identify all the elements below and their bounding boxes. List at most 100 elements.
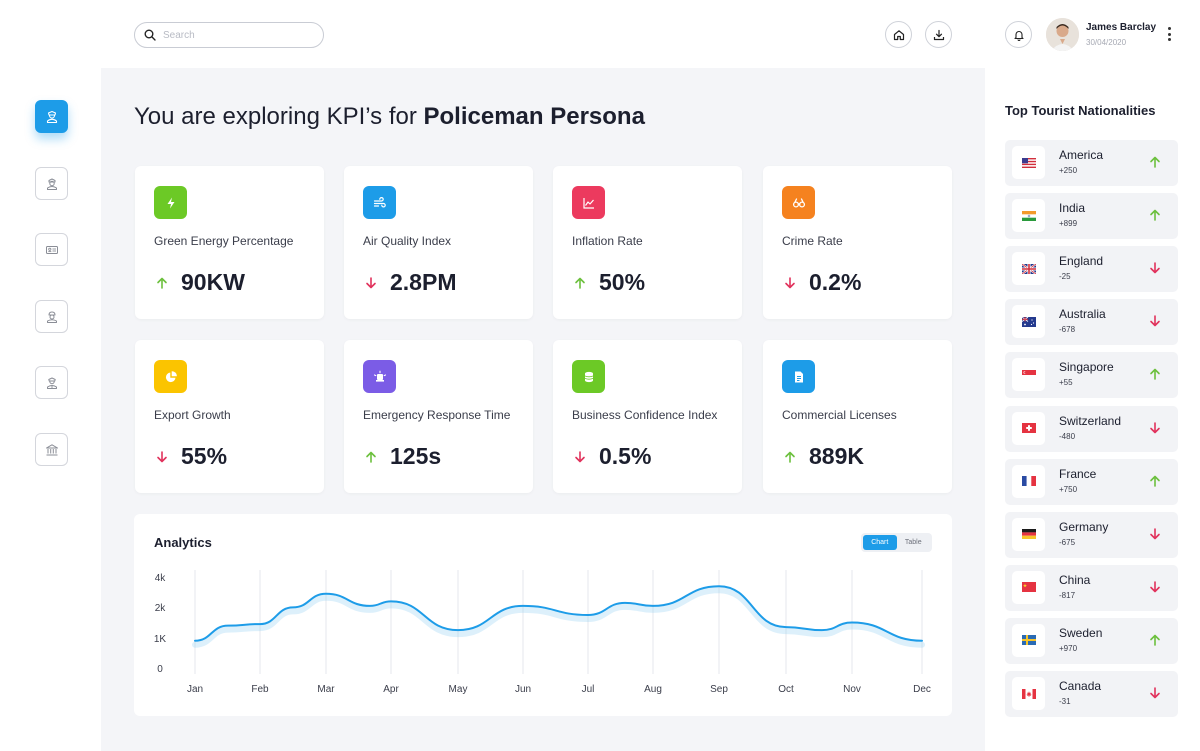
page-title: You are exploring KPI’s for Policeman Pe… — [134, 103, 645, 131]
kpi-value: 90KW — [181, 269, 245, 295]
nationality-count: +750 — [1059, 484, 1078, 494]
x-tick-label: Jul — [582, 684, 595, 695]
arrow-down-icon — [785, 277, 795, 289]
kpi-icon-box — [572, 186, 605, 219]
nationality-count: +899 — [1059, 219, 1078, 229]
flag-box — [1012, 358, 1045, 392]
x-tick-label: Jan — [187, 684, 203, 695]
kpi-card-inflation-rate[interactable]: Inflation Rate 50% — [553, 166, 742, 319]
nationality-name: Australia — [1059, 307, 1106, 322]
nationality-item[interactable]: America +250 — [1005, 140, 1178, 186]
id-card-icon — [45, 245, 58, 254]
x-tick-label: Nov — [843, 684, 861, 695]
sidebar-item-person-2[interactable] — [35, 300, 68, 333]
kpi-label: Crime Rate — [782, 234, 843, 248]
kpi-card-green-energy[interactable]: Green Energy Percentage 90KW — [135, 166, 324, 319]
nationality-count: -31 — [1059, 697, 1071, 706]
avatar[interactable] — [1046, 18, 1079, 51]
singapore-flag-icon — [1021, 369, 1036, 380]
france-flag-icon — [1021, 476, 1036, 487]
kpi-icon-box — [154, 186, 187, 219]
x-tick-label: May — [449, 684, 468, 695]
kpi-card-air-quality[interactable]: Air Quality Index 2.8PM — [344, 166, 533, 319]
kpi-value: 50% — [599, 269, 646, 295]
nationality-name: Sweden — [1059, 625, 1103, 640]
kpi-label: Green Energy Percentage — [154, 234, 294, 248]
search-box[interactable] — [134, 22, 324, 48]
arrow-down-icon — [1150, 315, 1160, 327]
kpi-icon-box — [782, 186, 815, 219]
kpi-card-business-confidence[interactable]: Business Confidence Index 0.5% — [553, 340, 742, 493]
sidebar-item-person-1[interactable] — [35, 167, 68, 200]
usa-flag-icon — [1021, 157, 1036, 168]
download-button[interactable] — [925, 21, 952, 48]
nationality-count: +970 — [1059, 643, 1078, 653]
analytics-line-chart: 0 1K 2k 4k Jan Feb Mar Apr May Jun Jul Aug Sep Oct Nov… — [154, 570, 931, 695]
top-bar: James Barclay 30/04/2020 — [0, 0, 1200, 68]
flag-box — [1012, 252, 1045, 286]
dashboard: James Barclay 30/04/2020 You are explori… — [0, 0, 1200, 751]
chart-toggle-button[interactable]: Chart — [863, 535, 897, 550]
nationality-item[interactable]: France +750 — [1005, 458, 1178, 505]
sidebar-item-id-card[interactable] — [35, 233, 68, 266]
x-tick-label: Mar — [317, 684, 335, 695]
nationality-count: -817 — [1059, 590, 1076, 600]
kpi-card-export-growth[interactable]: Export Growth 55% — [135, 340, 324, 493]
x-tick-label: Sep — [710, 684, 728, 695]
arrow-up-icon — [785, 451, 795, 463]
table-toggle-button[interactable]: Table — [897, 535, 931, 550]
kpi-label: Commercial Licenses — [782, 408, 897, 422]
nationality-item[interactable]: Sweden +970 — [1005, 617, 1178, 664]
analytics-card: 0 1K 2k 4k Jan Feb Mar Apr May Jun Jul Aug Sep Oct Nov… — [134, 514, 952, 716]
download-icon — [933, 29, 944, 40]
kpi-icon-box — [363, 186, 396, 219]
canada-flag-icon — [1021, 688, 1036, 699]
coins-icon — [584, 371, 593, 382]
arrow-down-icon — [1150, 527, 1160, 539]
home-button[interactable] — [885, 21, 912, 48]
nationality-item[interactable]: England -25 — [1005, 246, 1178, 293]
nationality-name: Switzerland — [1059, 413, 1122, 428]
nationality-name: Germany — [1059, 519, 1109, 534]
kpi-label: Emergency Response Time — [363, 408, 511, 422]
nationality-item[interactable]: Switzerland -480 — [1005, 405, 1178, 452]
nationality-item[interactable]: Germany -675 — [1005, 511, 1178, 558]
sidebar-item-policeman[interactable] — [35, 100, 68, 133]
top-nationalities-title: Top Tourist Nationalities — [1005, 103, 1156, 118]
kpi-card-emergency-response[interactable]: Emergency Response Time 125s — [344, 340, 533, 493]
series-line-shadow — [192, 587, 925, 648]
arrow-up-icon — [1150, 209, 1160, 221]
sidebar-item-building[interactable] — [35, 433, 68, 466]
notifications-button[interactable] — [1005, 21, 1032, 48]
nationality-count: +250 — [1059, 166, 1078, 175]
nationality-item[interactable]: China -817 — [1005, 564, 1178, 611]
nationality-name: China — [1059, 572, 1091, 587]
y-tick-label: 2k — [155, 603, 167, 614]
y-tick-label: 1K — [154, 634, 167, 645]
kpi-card-commercial-licenses[interactable]: Commercial Licenses 889K — [763, 340, 952, 493]
kpi-value: 55% — [181, 443, 228, 469]
x-tick-label: Apr — [383, 684, 399, 695]
arrow-down-icon — [1150, 580, 1160, 593]
nationality-item[interactable]: Australia -678 — [1005, 299, 1178, 346]
nationality-item[interactable]: India +899 — [1005, 193, 1178, 240]
sidebar-item-person-3[interactable] — [35, 366, 68, 399]
arrow-down-icon — [366, 277, 376, 289]
nationality-name: Canada — [1059, 679, 1102, 693]
kebab-dot-icon — [1167, 32, 1171, 36]
search-input[interactable] — [163, 29, 313, 41]
kpi-card-crime-rate[interactable]: Crime Rate 0.2% — [763, 166, 952, 319]
kpi-value: 2.8PM — [390, 269, 457, 295]
policeman-icon — [46, 110, 57, 123]
nationality-item[interactable]: Canada -31 — [1005, 671, 1178, 717]
nationality-item[interactable]: Singapore +55 — [1005, 352, 1178, 399]
flag-box — [1012, 623, 1045, 657]
kpi-icon-box — [363, 360, 396, 393]
more-menu-button[interactable] — [1167, 27, 1171, 41]
kpi-value: 0.5% — [599, 443, 652, 469]
x-tick-label: Feb — [251, 684, 269, 695]
wind-icon — [373, 196, 386, 207]
nationality-count: -480 — [1059, 431, 1076, 441]
flag-box — [1012, 677, 1045, 710]
nationality-name: England — [1059, 254, 1104, 269]
